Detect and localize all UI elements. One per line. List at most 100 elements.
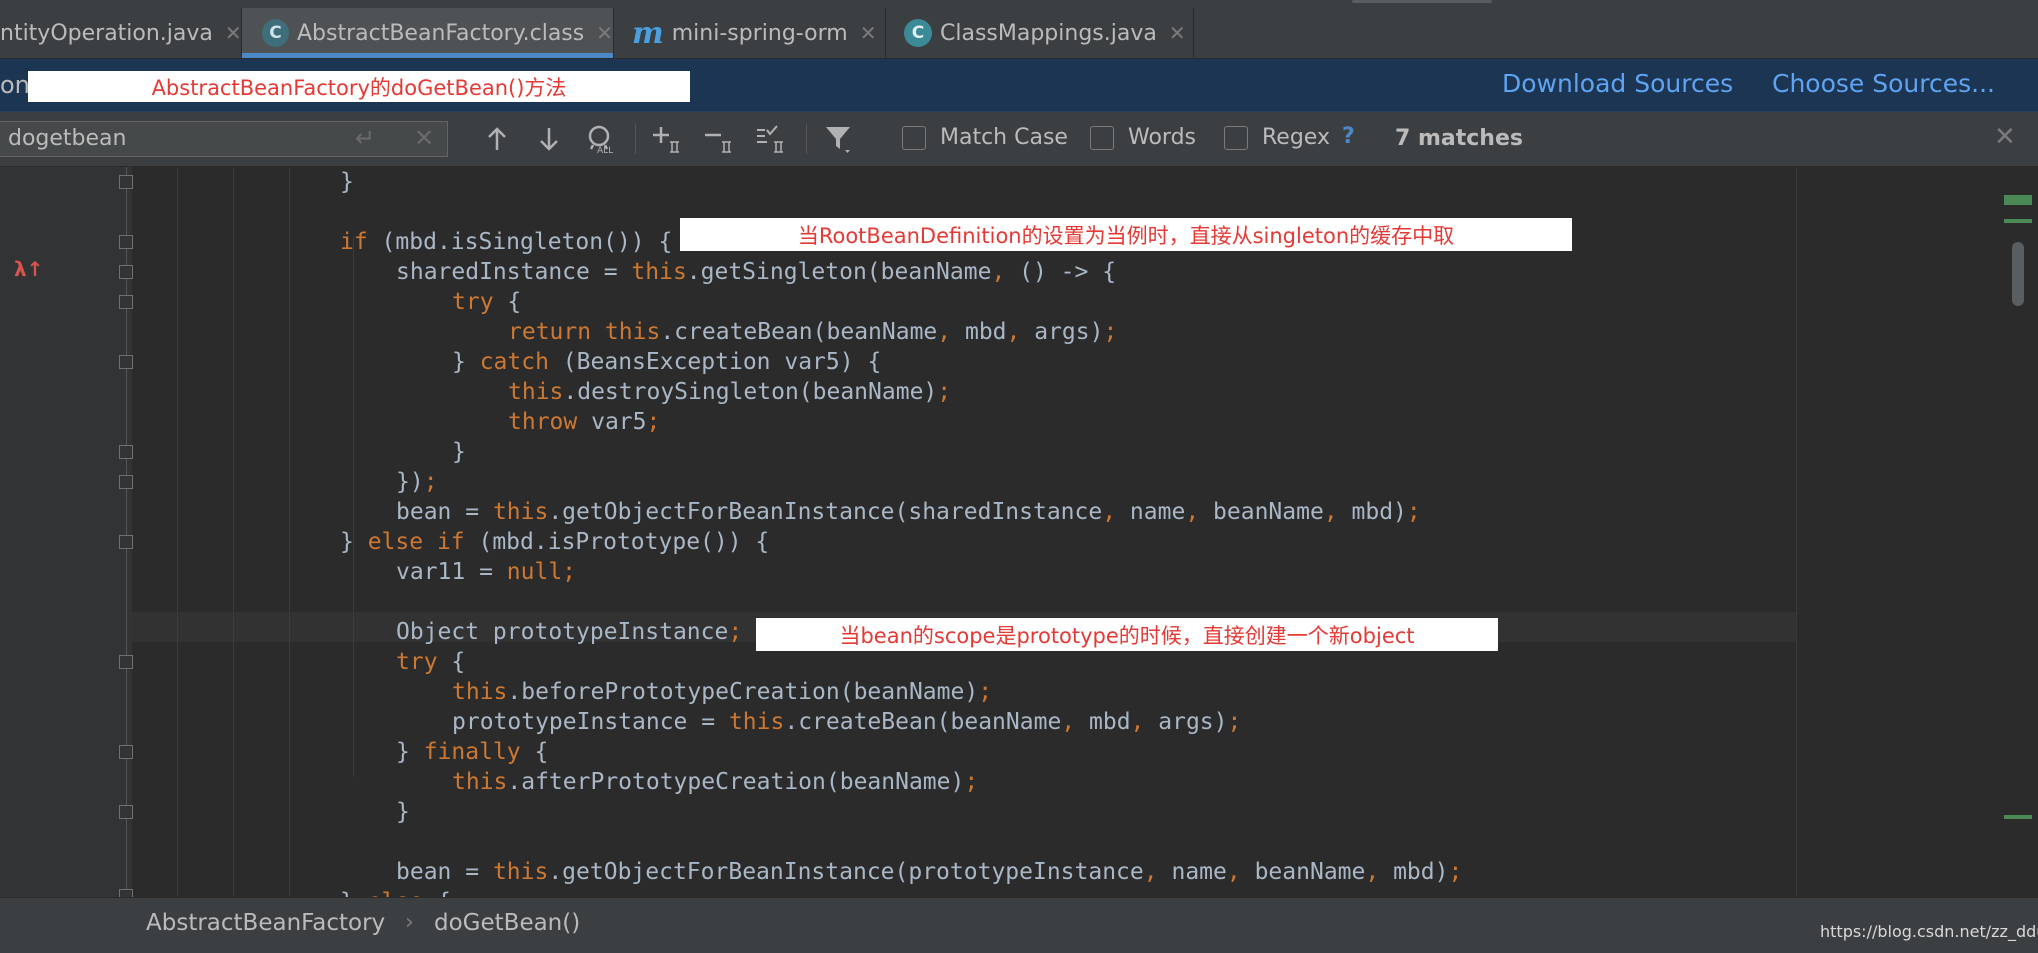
code-token: ; bbox=[937, 379, 952, 405]
search-input[interactable]: dogetbean ↵ ✕ bbox=[0, 121, 448, 157]
breadcrumb-class[interactable]: AbstractBeanFactory bbox=[146, 910, 385, 936]
code-token: catch bbox=[479, 349, 549, 375]
select-all-occurrences-button[interactable]: ALL bbox=[584, 120, 620, 158]
code-line: this.destroySingleton(beanName); bbox=[508, 377, 951, 407]
tab-mini-spring-orm[interactable]: m mini-spring-orm ✕ bbox=[614, 8, 886, 58]
lambda-override-icon[interactable]: λ↑ bbox=[14, 257, 43, 281]
fold-marker[interactable] bbox=[119, 175, 133, 189]
annotation-prototype: 当bean的scope是prototype的时候，直接创建一个新object bbox=[756, 618, 1498, 651]
code-line: } catch (BeansException var5) { bbox=[452, 347, 881, 377]
tab-abstract-bean-factory[interactable]: C AbstractBeanFactory.class ✕ bbox=[242, 8, 614, 58]
checkbox-box[interactable] bbox=[1090, 125, 1114, 150]
search-match-marker[interactable] bbox=[2004, 815, 2032, 819]
code-token: } bbox=[452, 349, 480, 375]
code-token: args) bbox=[1144, 709, 1228, 735]
search-query: dogetbean bbox=[8, 126, 127, 151]
choose-sources-link[interactable]: Choose Sources... bbox=[1772, 69, 1995, 98]
breadcrumb-method[interactable]: doGetBean() bbox=[434, 910, 580, 936]
close-icon[interactable]: ✕ bbox=[860, 21, 877, 45]
previous-occurrence-button[interactable] bbox=[482, 120, 512, 158]
remove-occurrence-button[interactable] bbox=[702, 120, 738, 158]
tab-label: AbstractBeanFactory.class bbox=[296, 20, 585, 46]
fold-marker[interactable] bbox=[119, 295, 133, 309]
editor-tab-bar: ntityOperation.java ✕ C AbstractBeanFact… bbox=[0, 8, 2038, 59]
code-token: , bbox=[1365, 859, 1380, 885]
code-token: } bbox=[340, 169, 354, 195]
code-token: bean = bbox=[396, 499, 493, 525]
next-occurrence-button[interactable] bbox=[534, 120, 564, 158]
fold-marker[interactable] bbox=[119, 355, 133, 369]
code-token: this bbox=[631, 259, 687, 285]
code-token: { bbox=[423, 889, 451, 897]
watermark: https://blog.csdn.net/zz_ddup bbox=[1820, 922, 2038, 941]
remove-occurrence-icon bbox=[705, 133, 731, 153]
close-icon[interactable]: ✕ bbox=[1169, 21, 1186, 45]
fold-marker[interactable] bbox=[119, 745, 133, 759]
code-token: this bbox=[452, 679, 508, 705]
tab-label: ClassMappings.java bbox=[940, 20, 1157, 46]
code-line: } bbox=[452, 437, 466, 467]
fold-marker[interactable] bbox=[119, 265, 133, 279]
new-line-icon[interactable]: ↵ bbox=[355, 124, 375, 152]
code-token: , bbox=[937, 319, 952, 345]
words-checkbox[interactable]: Words bbox=[1090, 125, 1196, 150]
code-token: this bbox=[452, 769, 508, 795]
code-line: var11 = null; bbox=[396, 557, 576, 587]
close-find-bar-icon[interactable]: ✕ bbox=[1994, 122, 2016, 152]
code-token: return this bbox=[508, 319, 661, 345]
fold-marker[interactable] bbox=[119, 235, 133, 249]
code-token: .createBean(beanName bbox=[660, 319, 938, 345]
code-line: prototypeInstance = this.createBean(bean… bbox=[452, 707, 1241, 737]
download-sources-link[interactable]: Download Sources bbox=[1502, 69, 1733, 98]
regex-help-link[interactable]: ? bbox=[1342, 124, 1355, 149]
code-line: bean = this.getObjectForBeanInstance(pro… bbox=[396, 857, 1462, 887]
tab-class-mappings[interactable]: C ClassMappings.java ✕ bbox=[886, 8, 1194, 58]
match-case-checkbox[interactable]: Match Case bbox=[902, 125, 1068, 150]
code-line: this.beforePrototypeCreation(beanName); bbox=[452, 677, 992, 707]
code-token: var11 = bbox=[396, 559, 507, 585]
regex-checkbox[interactable]: Regex bbox=[1224, 125, 1330, 150]
code-line: } bbox=[396, 797, 410, 827]
toolbar-separator bbox=[635, 124, 636, 154]
code-token: , bbox=[1130, 709, 1145, 735]
fold-marker[interactable] bbox=[119, 445, 133, 459]
code-editor[interactable]: λ↑ } if (mbd.isSingleton()) {sharedInstan… bbox=[0, 167, 2038, 897]
code-token: this bbox=[492, 859, 549, 885]
search-match-marker[interactable] bbox=[2004, 219, 2032, 223]
fold-marker[interactable] bbox=[119, 475, 133, 489]
class-file-icon: C bbox=[262, 19, 289, 47]
arrow-up-icon bbox=[488, 127, 506, 150]
checkbox-box[interactable] bbox=[902, 125, 926, 150]
code-token: mbd) bbox=[1379, 859, 1449, 885]
code-line: } else { bbox=[340, 887, 451, 897]
resize-handle[interactable] bbox=[1352, 0, 1492, 3]
close-icon[interactable]: ✕ bbox=[225, 21, 242, 45]
code-token: ; bbox=[423, 469, 438, 495]
code-line: return this.createBean(beanName, mbd, ar… bbox=[508, 317, 1117, 347]
java-class-icon: C bbox=[904, 19, 932, 47]
close-icon[interactable]: ✕ bbox=[596, 21, 613, 45]
annotation-title: AbstractBeanFactory的doGetBean()方法 bbox=[28, 71, 690, 102]
code-token: .beforePrototypeCreation(beanName) bbox=[507, 679, 979, 705]
fold-marker[interactable] bbox=[119, 535, 133, 549]
indent-guide bbox=[353, 237, 354, 777]
clear-search-icon[interactable]: ✕ bbox=[414, 124, 434, 152]
code-line: if (mbd.isSingleton()) { bbox=[340, 227, 672, 257]
fold-marker[interactable] bbox=[119, 655, 133, 669]
checkbox-box[interactable] bbox=[1224, 125, 1248, 150]
add-occurrence-button[interactable] bbox=[650, 120, 686, 158]
right-margin-line bbox=[1796, 167, 1797, 897]
vertical-scrollbar-thumb[interactable] bbox=[2012, 242, 2024, 306]
fold-marker[interactable] bbox=[119, 805, 133, 819]
code-token: beanName bbox=[1240, 859, 1366, 885]
code-token: { bbox=[493, 289, 522, 315]
search-match-marker[interactable] bbox=[2004, 195, 2032, 205]
filter-search-results-button[interactable] bbox=[822, 120, 858, 158]
match-count: 7 matches bbox=[1395, 126, 1523, 151]
tab-entity-operation[interactable]: ntityOperation.java ✕ bbox=[0, 8, 242, 58]
code-token: prototypeInstance = bbox=[452, 709, 729, 735]
code-token: } bbox=[452, 439, 466, 465]
code-token: try bbox=[396, 649, 438, 675]
fold-marker[interactable] bbox=[119, 889, 133, 897]
select-all-matches-button[interactable] bbox=[754, 120, 790, 158]
